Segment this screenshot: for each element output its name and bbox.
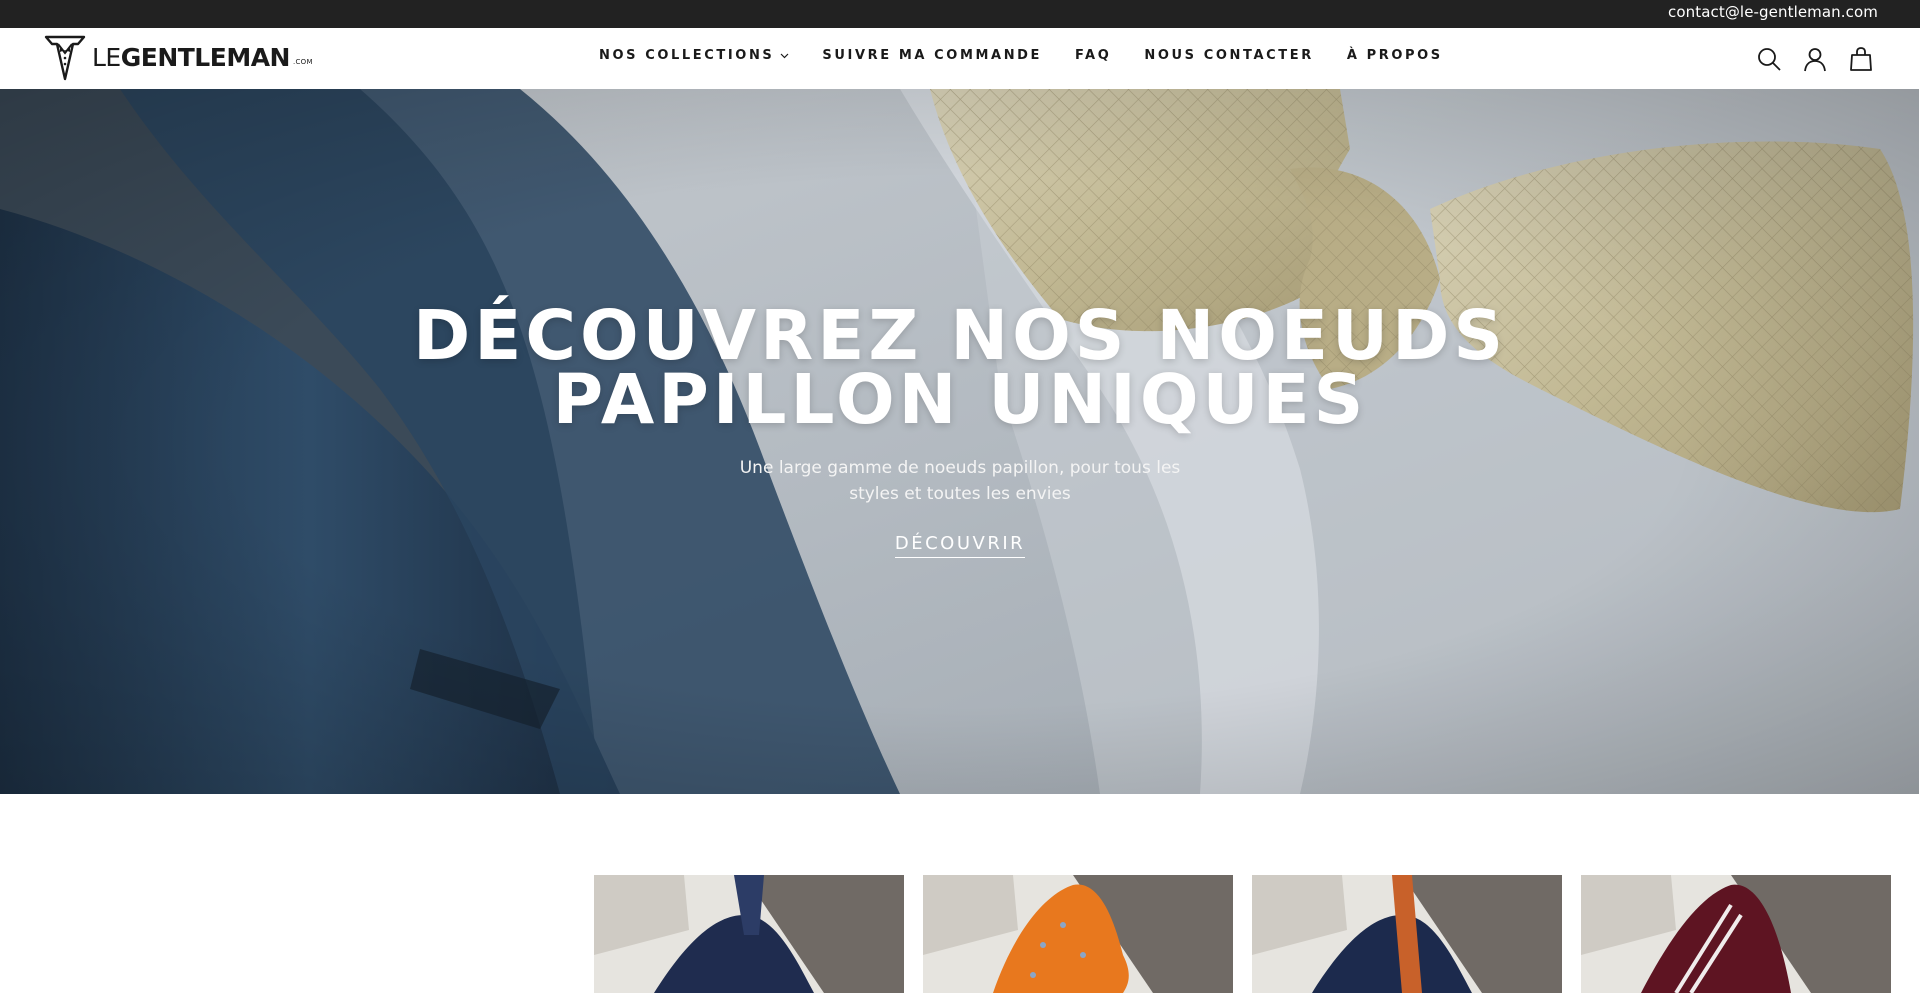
product-image [923,875,1233,993]
logo-wordmark: LEGENTLEMAN [92,45,290,70]
nav-collections-label: NOS COLLECTIONS [599,48,775,63]
main-nav: NOS COLLECTIONS SUIVRE MA COMMANDE FAQ N… [599,48,1443,63]
logo-suffix: .COM [292,58,313,66]
site-logo[interactable]: LEGENTLEMAN .COM [42,32,313,82]
nav-collections[interactable]: NOS COLLECTIONS [599,48,789,63]
product-grid [594,875,1891,993]
logo-name: GENTLEMAN [120,42,291,72]
announcement-bar: contact@le-gentleman.com [0,0,1920,28]
nav-track-order[interactable]: SUIVRE MA COMMANDE [822,48,1042,63]
nav-faq[interactable]: FAQ [1075,48,1111,63]
cart-icon[interactable] [1848,46,1874,72]
product-image [594,875,904,993]
hero-title: DÉCOUVREZ NOS NOEUDS PAPILLON UNIQUES [0,302,1920,435]
chevron-down-icon [780,53,789,58]
hero-banner: DÉCOUVREZ NOS NOEUDS PAPILLON UNIQUES Un… [0,89,1920,794]
nav-about[interactable]: À PROPOS [1347,48,1443,63]
header-actions [1736,46,1874,72]
site-header: LEGENTLEMAN .COM NOS COLLECTIONS SUIVRE … [0,28,1920,89]
hero-title-line-2: PAPILLON UNIQUES [552,360,1368,440]
tuxedo-logo-icon [44,35,86,81]
nav-contact[interactable]: NOUS CONTACTER [1144,48,1313,63]
hero-subtitle: Une large gamme de noeuds papillon, pour… [739,458,1181,504]
product-card[interactable] [1581,875,1891,993]
account-icon[interactable] [1802,46,1828,72]
contact-email-link[interactable]: contact@le-gentleman.com [1668,3,1878,21]
hero-content: DÉCOUVREZ NOS NOEUDS PAPILLON UNIQUES Un… [0,302,1920,558]
product-image [1581,875,1891,993]
search-icon[interactable] [1756,46,1782,72]
product-card[interactable] [1252,875,1562,993]
logo-prefix: LE [92,42,121,72]
product-image [1252,875,1562,993]
product-card[interactable] [923,875,1233,993]
discover-button[interactable]: DÉCOUVRIR [894,533,1026,558]
product-card[interactable] [594,875,904,993]
